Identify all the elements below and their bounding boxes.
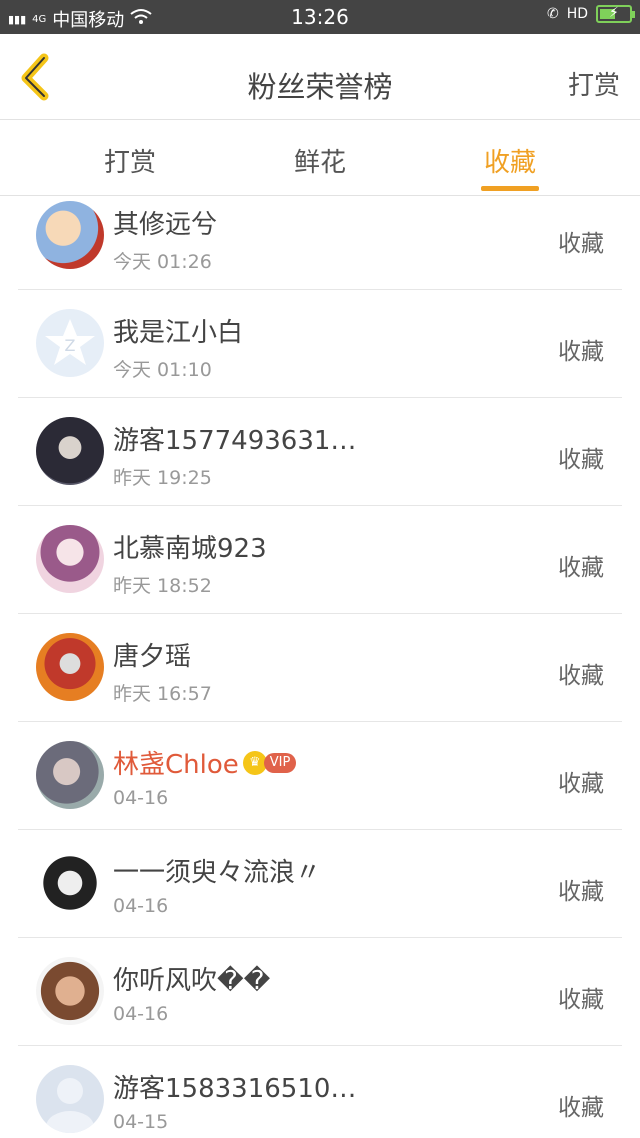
tab-flowers[interactable]: 鲜花 bbox=[260, 142, 380, 179]
fan-time: 04-16 bbox=[113, 895, 169, 917]
action-label: 收藏 bbox=[558, 447, 604, 473]
fan-name: 游客1583316510… bbox=[113, 1074, 357, 1104]
fan-name: 我是江小白 bbox=[113, 318, 244, 348]
battery-icon: ⚡ bbox=[596, 5, 635, 23]
hd-label: HD bbox=[566, 6, 588, 22]
list-item[interactable]: 你听风吹�� 04-16 收藏 bbox=[18, 938, 622, 1046]
fan-list[interactable]: 其修远兮 今天 01:26 收藏 Z 我是江小白 今天 01:10 收藏 游客1… bbox=[0, 196, 640, 1138]
avatar bbox=[36, 741, 104, 809]
fan-time: 04-15 bbox=[113, 1111, 169, 1133]
avatar bbox=[36, 525, 104, 593]
svg-text:Z: Z bbox=[65, 336, 76, 355]
avatar bbox=[36, 417, 104, 485]
list-item[interactable]: 林盏Chloe ♛ VIP 04-16 收藏 bbox=[18, 722, 622, 830]
list-item[interactable]: 唐夕瑶 昨天 16:57 收藏 bbox=[18, 614, 622, 722]
avatar bbox=[36, 849, 104, 917]
fan-name: 其修远兮 bbox=[113, 210, 218, 240]
active-tab-indicator bbox=[481, 186, 539, 191]
fan-time: 昨天 16:57 bbox=[113, 683, 212, 705]
call-icon: ✆ bbox=[546, 6, 559, 22]
avatar bbox=[36, 1065, 104, 1133]
status-right: ✆ HD ⚡ bbox=[546, 5, 635, 23]
action-label: 收藏 bbox=[558, 555, 604, 581]
charging-icon: ⚡ bbox=[609, 5, 619, 21]
tab-bar: 打赏 鲜花 收藏 bbox=[0, 120, 640, 196]
action-label: 收藏 bbox=[558, 987, 604, 1013]
list-item[interactable]: 一一须臾々流浪〃 04-16 收藏 bbox=[18, 830, 622, 938]
reward-button[interactable]: 打赏 bbox=[568, 65, 620, 102]
action-label: 收藏 bbox=[558, 771, 604, 797]
fan-time: 04-16 bbox=[113, 1003, 169, 1025]
avatar bbox=[36, 201, 104, 269]
vip-badge: VIP bbox=[263, 752, 297, 773]
fan-name: 唐夕瑶 bbox=[113, 642, 192, 672]
fan-name: 你听风吹�� bbox=[113, 966, 271, 996]
avatar: Z bbox=[36, 309, 104, 377]
list-item[interactable]: Z 我是江小白 今天 01:10 收藏 bbox=[18, 290, 622, 398]
fan-name: 北慕南城923 bbox=[113, 534, 267, 564]
default-avatar-icon bbox=[46, 1078, 94, 1133]
fan-name-vip: 林盏Chloe ♛ VIP bbox=[113, 744, 297, 781]
avatar bbox=[36, 633, 104, 701]
list-item[interactable]: 北慕南城923 昨天 18:52 收藏 bbox=[18, 506, 622, 614]
status-bar: ▮▮▮ 4G 中国移动 13:26 ✆ HD ⚡ bbox=[0, 0, 640, 34]
fan-name: 一一须臾々流浪〃 bbox=[113, 858, 322, 888]
fan-time: 今天 01:26 bbox=[113, 251, 212, 273]
action-label: 收藏 bbox=[558, 231, 604, 257]
list-item[interactable]: 其修远兮 今天 01:26 收藏 bbox=[18, 196, 622, 290]
list-item[interactable]: 游客1577493631… 昨天 19:25 收藏 bbox=[18, 398, 622, 506]
fan-name: 游客1577493631… bbox=[113, 426, 357, 456]
tab-favorites[interactable]: 收藏 bbox=[450, 142, 570, 179]
navigation-bar: 粉丝荣誉榜 打赏 bbox=[0, 34, 640, 120]
fan-name-text: 林盏Chloe bbox=[113, 750, 239, 780]
action-label: 收藏 bbox=[558, 663, 604, 689]
action-label: 收藏 bbox=[558, 879, 604, 905]
page-title: 粉丝荣誉榜 bbox=[247, 70, 393, 104]
star-icon: Z bbox=[45, 319, 95, 365]
list-item[interactable]: 游客1583316510… 04-15 收藏 bbox=[18, 1046, 622, 1138]
action-label: 收藏 bbox=[558, 1095, 604, 1121]
fan-time: 04-16 bbox=[113, 787, 169, 809]
avatar bbox=[36, 957, 104, 1025]
tab-reward[interactable]: 打赏 bbox=[70, 142, 190, 179]
fan-time: 昨天 19:25 bbox=[113, 467, 212, 489]
fan-time: 今天 01:10 bbox=[113, 359, 212, 381]
fan-time: 昨天 18:52 bbox=[113, 575, 212, 597]
action-label: 收藏 bbox=[558, 339, 604, 365]
status-time: 13:26 bbox=[291, 5, 349, 29]
